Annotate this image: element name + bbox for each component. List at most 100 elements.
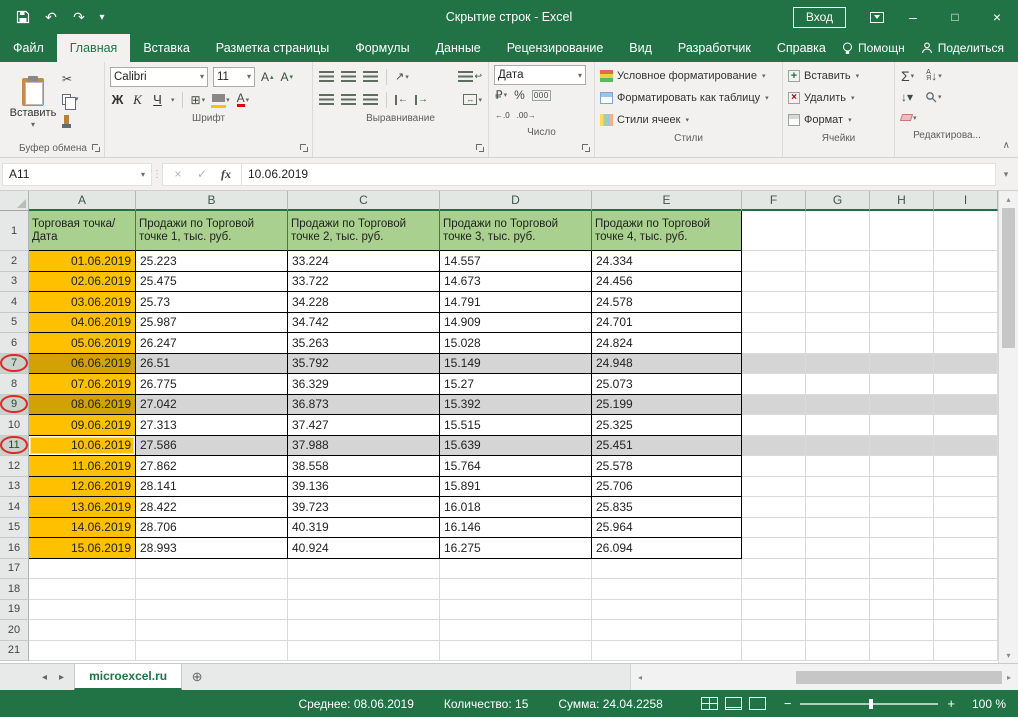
cell-A3[interactable]: 02.06.2019 [29,271,136,292]
row-header-8[interactable]: 8 [0,374,29,395]
cell-C17[interactable] [288,558,440,579]
cell-G8[interactable] [806,374,870,395]
cell-A8[interactable]: 07.06.2019 [29,374,136,395]
cell-F13[interactable] [742,476,806,497]
cell-H6[interactable] [870,333,934,354]
name-box[interactable]: A11 ▾ [2,162,152,186]
cell-B8[interactable]: 26.775 [136,374,288,395]
cell-C1[interactable]: Продажи по Торговой точке 2, тыс. руб. [288,211,440,251]
decrease-indent-button[interactable]: ← [394,94,409,105]
cell-G9[interactable] [806,394,870,415]
cell-F14[interactable] [742,497,806,518]
row-header-11[interactable]: 11 [0,435,29,456]
cell-E7[interactable]: 24.948 [592,353,742,374]
clipboard-dialog-launcher[interactable] [92,144,101,153]
row-header-16[interactable]: 16 [0,538,29,559]
cell-A7[interactable]: 06.06.2019 [29,353,136,374]
cell-E4[interactable]: 24.578 [592,292,742,313]
cell-C7[interactable]: 35.792 [288,353,440,374]
cell-D9[interactable]: 15.392 [440,394,592,415]
fill-color-button[interactable]: ▾ [211,94,231,108]
cell-H14[interactable] [870,497,934,518]
cell-C9[interactable]: 36.873 [288,394,440,415]
tab-view[interactable]: Вид [616,34,665,62]
cell-E17[interactable] [592,558,742,579]
percent-style-button[interactable]: % [513,88,526,102]
sheet-tab-microexcel[interactable]: microexcel.ru [74,664,183,690]
cell-B6[interactable]: 26.247 [136,333,288,354]
cell-H11[interactable] [870,435,934,456]
cell-D19[interactable] [440,599,592,620]
cell-H13[interactable] [870,476,934,497]
format-cells-button[interactable]: Формат ▾ [788,109,889,131]
cell-A13[interactable]: 12.06.2019 [29,476,136,497]
cell-I11[interactable] [934,435,998,456]
cell-F20[interactable] [742,620,806,641]
find-select-button[interactable]: ▾ [924,91,943,103]
cell-I9[interactable] [934,394,998,415]
cell-E8[interactable]: 25.073 [592,374,742,395]
cell-E16[interactable]: 26.094 [592,538,742,559]
cell-C20[interactable] [288,620,440,641]
cell-C11[interactable]: 37.988 [288,435,440,456]
cell-A19[interactable] [29,599,136,620]
close-button[interactable]: × [976,0,1018,34]
number-format-select[interactable]: Дата ▾ [494,65,586,85]
cell-H9[interactable] [870,394,934,415]
column-header-B[interactable]: B [136,191,288,211]
cell-E15[interactable]: 25.964 [592,517,742,538]
cell-G10[interactable] [806,415,870,436]
cell-A17[interactable] [29,558,136,579]
row-header-13[interactable]: 13 [0,476,29,497]
cell-D16[interactable]: 16.275 [440,538,592,559]
align-right-button[interactable] [362,94,379,105]
cell-C21[interactable] [288,640,440,661]
align-middle-button[interactable] [340,71,357,82]
cell-H21[interactable] [870,640,934,661]
scroll-right-icon[interactable]: ▸ [1002,673,1016,682]
cell-A16[interactable]: 15.06.2019 [29,538,136,559]
cell-D18[interactable] [440,579,592,600]
cell-G15[interactable] [806,517,870,538]
cell-E21[interactable] [592,640,742,661]
cut-button[interactable]: ✂ [62,71,79,87]
cell-A18[interactable] [29,579,136,600]
align-center-button[interactable] [340,94,357,105]
cell-D1[interactable]: Продажи по Торговой точке 3, тыс. руб. [440,211,592,251]
cell-H3[interactable] [870,271,934,292]
cell-F15[interactable] [742,517,806,538]
cell-B4[interactable]: 25.73 [136,292,288,313]
cell-D11[interactable]: 15.639 [440,435,592,456]
column-header-G[interactable]: G [806,191,870,211]
cell-G1[interactable] [806,211,870,251]
cancel-icon[interactable]: × [167,167,189,181]
cell-I1[interactable] [934,211,998,251]
wrap-text-button[interactable]: ↩ [457,71,483,82]
horizontal-scrollbar-thumb[interactable] [796,670,1002,684]
zoom-in-button[interactable]: + [947,696,955,711]
cell-G11[interactable] [806,435,870,456]
row-header-3[interactable]: 3 [0,271,29,292]
copy-button[interactable]: ▾ [62,91,79,110]
cell-E3[interactable]: 24.456 [592,271,742,292]
shrink-font-button[interactable]: А ▾ [280,70,295,84]
select-all-corner[interactable] [0,191,29,211]
prev-sheet-icon[interactable]: ◂ [42,672,47,683]
redo-button[interactable]: ↷ [66,4,92,30]
cell-B10[interactable]: 27.313 [136,415,288,436]
cell-G6[interactable] [806,333,870,354]
italic-button[interactable]: К [130,92,145,108]
cell-I3[interactable] [934,271,998,292]
row-header-18[interactable]: 18 [0,579,29,600]
cell-D21[interactable] [440,640,592,661]
cell-B14[interactable]: 28.422 [136,497,288,518]
cell-H15[interactable] [870,517,934,538]
tab-page-layout[interactable]: Разметка страницы [203,34,342,62]
row-header-20[interactable]: 20 [0,620,29,641]
row-header-17[interactable]: 17 [0,558,29,579]
tell-me-button[interactable]: Помощн [842,41,905,55]
cell-G2[interactable] [806,251,870,272]
cell-B17[interactable] [136,558,288,579]
cell-B16[interactable]: 28.993 [136,538,288,559]
cell-C12[interactable]: 38.558 [288,456,440,477]
